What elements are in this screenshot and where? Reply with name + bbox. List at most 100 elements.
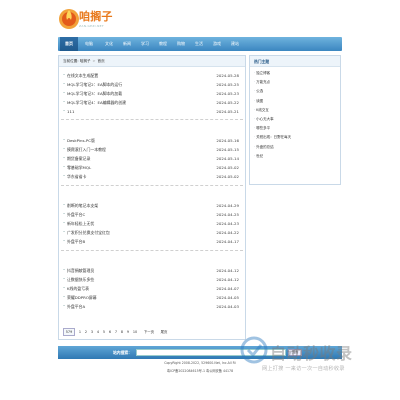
next-page-link[interactable]: 下一页 xyxy=(141,328,157,336)
article-group: • 削断的笔记本支架 2024-04-29 • 外盘平台C 2024-04-25 • 新年… xyxy=(61,201,243,246)
nav-item-computer[interactable]: 电脑 xyxy=(80,37,98,51)
bullet-icon: · xyxy=(254,71,256,75)
article-date: 2024-05-25 xyxy=(216,82,239,87)
watermark-subtext: 网上打搜 一来访一次一自动秒收录 xyxy=(262,366,345,372)
bullet-icon: · xyxy=(254,89,256,94)
list-item[interactable]: • MQL学习笔记4：EA编辑器的创建 2024-05-22 xyxy=(61,98,243,107)
bullet-icon: · xyxy=(254,98,256,103)
sidebar-item[interactable]: ·外盘的总结 xyxy=(254,143,336,152)
article-date: 2024-05-02 xyxy=(216,165,239,170)
sidebar-item[interactable]: ·万能充点 xyxy=(254,78,336,87)
article-title[interactable]: 在线文本生成配置 xyxy=(67,71,98,80)
article-title[interactable]: K线的盈亏表 xyxy=(67,284,89,293)
hot-topics-list: ·独立博客 ·万能充点 ·公选 ·读图 ·K线交互 ·小心无大事 ·哪些多平 ·… xyxy=(250,67,340,163)
list-item[interactable]: • 削断的笔记本支架 2024-04-29 xyxy=(61,201,243,210)
article-title[interactable]: 华东省省卡 xyxy=(67,172,86,181)
list-item[interactable]: • 外盘平台C 2024-04-25 xyxy=(61,210,243,219)
list-item[interactable]: • 外盘平台A 2024-04-03 xyxy=(61,302,243,311)
list-item[interactable]: • 荣耀DDPRO屏幕 2024-04-05 xyxy=(61,293,243,302)
nav-item-shopping[interactable]: 购物 xyxy=(172,37,190,51)
article-title[interactable]: 111 xyxy=(67,107,74,116)
sidebar-item[interactable]: ·小心无大事 xyxy=(254,115,336,124)
list-item[interactable]: • 111 2024-05-21 xyxy=(61,107,243,116)
bullet-icon: • xyxy=(63,212,66,216)
sidebar-item[interactable]: ·世纪 xyxy=(254,152,336,161)
article-date: 2024-05-22 xyxy=(216,100,239,105)
page-link[interactable]: 10 xyxy=(131,328,139,336)
nav-item-study[interactable]: 学习 xyxy=(136,37,154,51)
watermark-logo-icon xyxy=(240,336,268,364)
list-item[interactable]: • 新年轻松上无忧 2024-04-23 xyxy=(61,219,243,228)
sidebar-item[interactable]: ·哪些多平 xyxy=(254,124,336,133)
site-logo[interactable]: 咱搁子 ZAN.GEZI.NET xyxy=(58,2,138,34)
nav-item-game[interactable]: 游戏 xyxy=(208,37,226,51)
list-item[interactable]: • DeskPins-PC版 2024-05-16 xyxy=(61,136,243,145)
page-count: 579 xyxy=(63,328,75,336)
article-title[interactable]: 外盘平台B xyxy=(67,237,85,246)
article-title[interactable]: MQL学习笔记2：EA脚本的运行 xyxy=(67,80,122,89)
list-item[interactable]: • 外盘平台B 2024-04-17 xyxy=(61,237,243,246)
divider xyxy=(61,185,243,186)
list-item[interactable]: • 摸爬滚打入门一本教程 2024-05-15 xyxy=(61,145,243,154)
article-title[interactable]: 广发积分兑换支付宝红包 xyxy=(67,228,110,237)
nav-item-life[interactable]: 生活 xyxy=(190,37,208,51)
bullet-icon: · xyxy=(254,80,256,85)
list-item[interactable]: • 期货备案记录 2024-05-14 xyxy=(61,154,243,163)
article-date: 2024-04-25 xyxy=(216,212,239,217)
sidebar-item[interactable]: ·独立博客 xyxy=(254,69,336,78)
list-item[interactable]: • 华东省省卡 2024-05-02 xyxy=(61,172,243,181)
article-date: 2024-04-12 xyxy=(216,277,239,282)
nav-item-culture[interactable]: 文化 xyxy=(100,37,118,51)
article-panel: 当前位置: 咱搁子 > 首页 • 在线文本生成配置 2024-05-28 • MQL学习笔… xyxy=(58,55,246,340)
list-item[interactable]: • 在线文本生成配置 2024-05-28 xyxy=(61,71,243,80)
article-title[interactable]: 期货备案记录 xyxy=(67,154,90,163)
bullet-icon: • xyxy=(63,91,66,95)
nav-item-home[interactable]: 首页 xyxy=(60,37,78,51)
article-title[interactable]: MQL学习笔记4：EA编辑器的创建 xyxy=(67,98,126,107)
bullet-icon: · xyxy=(254,126,256,131)
nav-item-news[interactable]: 新闻 xyxy=(118,37,136,51)
article-title[interactable]: 零基础学MQL xyxy=(67,163,91,172)
sidebar-item[interactable]: ·关税出现：日野在每天 xyxy=(254,133,336,142)
last-page-link[interactable]: 尾页 xyxy=(159,328,169,336)
list-item[interactable]: • K线的盈亏表 2024-04-07 xyxy=(61,284,243,293)
bullet-icon: • xyxy=(63,100,66,104)
article-date: 2024-04-03 xyxy=(216,304,239,309)
article-title[interactable]: 外盘平台C xyxy=(67,210,85,219)
article-title[interactable]: 让数据快乐多些 xyxy=(67,275,94,284)
nav-item-tutorial[interactable]: 教程 xyxy=(154,37,172,51)
article-date: 2024-04-29 xyxy=(216,203,239,208)
divider xyxy=(61,250,243,251)
list-item[interactable]: • 抖音捐献管理员 2024-04-12 xyxy=(61,266,243,275)
bullet-icon: • xyxy=(63,277,66,281)
article-title[interactable]: 削断的笔记本支架 xyxy=(67,201,98,210)
article-title[interactable]: 新年轻松上无忧 xyxy=(67,219,94,228)
bullet-icon: · xyxy=(254,116,256,121)
breadcrumb-label[interactable]: 当前位置: 咱搁子 xyxy=(63,59,91,63)
article-group: • 抖音捐献管理员 2024-04-12 • 让数据快乐多些 2024-04-12 • K… xyxy=(61,266,243,311)
list-item[interactable]: • MQL学习笔记3：EA脚本的加载 2024-05-23 xyxy=(61,89,243,98)
sidebar-item[interactable]: ·公选 xyxy=(254,87,336,96)
page-header: 咱搁子 ZAN.GEZI.NET xyxy=(0,0,400,36)
article-title[interactable]: 荣耀DDPRO屏幕 xyxy=(67,293,97,302)
list-item[interactable]: • 让数据快乐多些 2024-04-12 xyxy=(61,275,243,284)
nav-item-build[interactable]: 建站 xyxy=(226,37,244,51)
article-title[interactable]: 抖音捐献管理员 xyxy=(67,266,94,275)
bullet-icon: • xyxy=(63,156,66,160)
article-date: 2024-04-17 xyxy=(216,239,239,244)
list-item[interactable]: • MQL学习笔记2：EA脚本的运行 2024-05-25 xyxy=(61,80,243,89)
list-item[interactable]: • 零基础学MQL 2024-05-02 xyxy=(61,163,243,172)
article-title[interactable]: MQL学习笔记3：EA脚本的加载 xyxy=(67,89,122,98)
sidebar-item[interactable]: ·K线交互 xyxy=(254,106,336,115)
article-title[interactable]: 外盘平台A xyxy=(67,302,85,311)
article-date: 2024-04-07 xyxy=(216,286,239,291)
bullet-icon: · xyxy=(254,135,256,140)
list-item[interactable]: • 广发积分兑换支付宝红包 2024-04-22 xyxy=(61,228,243,237)
article-title[interactable]: 摸爬滚打入门一本教程 xyxy=(67,145,106,154)
sidebar-item[interactable]: ·读图 xyxy=(254,97,336,106)
article-date: 2024-04-22 xyxy=(216,230,239,235)
article-title[interactable]: DeskPins-PC版 xyxy=(67,136,95,145)
article-date: 2024-04-23 xyxy=(216,221,239,226)
bullet-icon: • xyxy=(63,239,66,243)
article-group: • DeskPins-PC版 2024-05-16 • 摸爬滚打入门一本教程 2024-… xyxy=(61,136,243,181)
